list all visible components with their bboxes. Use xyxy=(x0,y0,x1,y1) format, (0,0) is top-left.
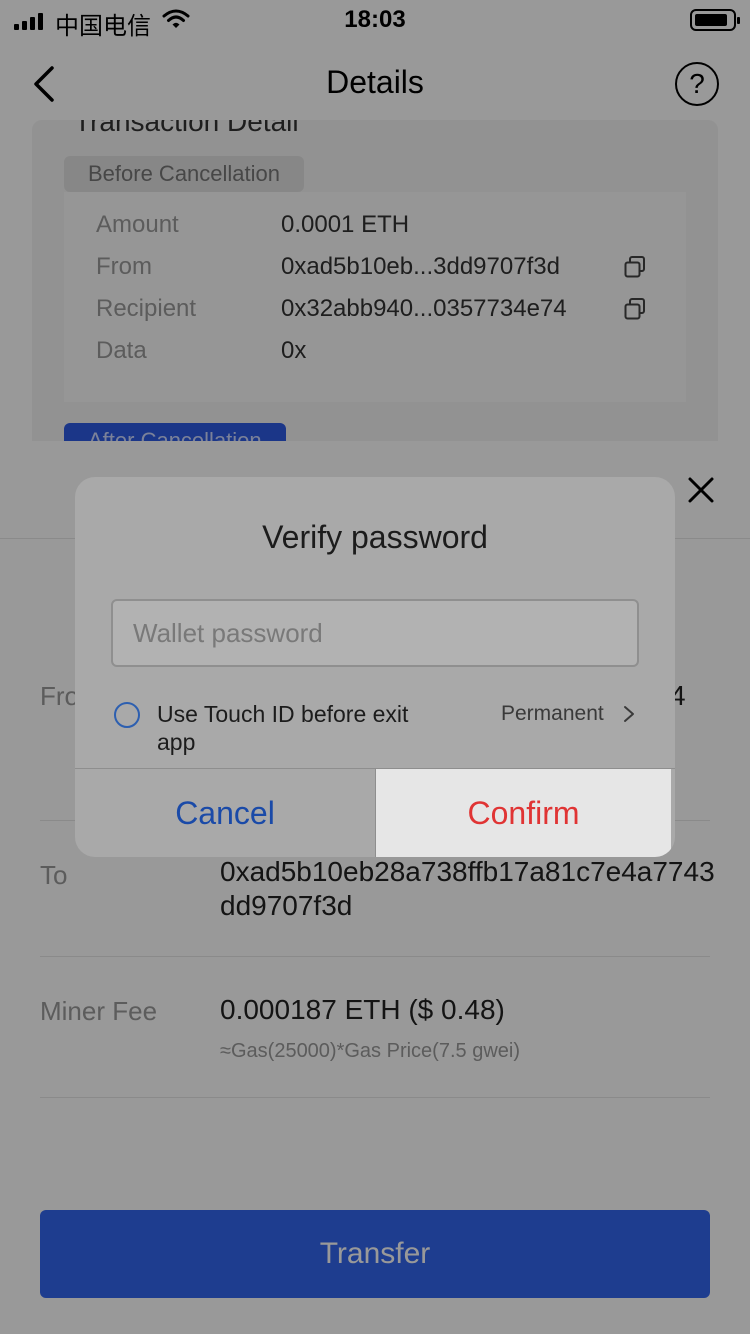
verify-password-dialog: Verify password Use Touch ID before exit… xyxy=(75,477,675,857)
chevron-right-icon[interactable] xyxy=(623,705,635,723)
confirm-button[interactable]: Confirm xyxy=(376,769,671,857)
dialog-title: Verify password xyxy=(262,519,488,555)
touch-id-duration[interactable]: Permanent xyxy=(501,702,604,726)
touch-id-radio[interactable] xyxy=(114,702,140,728)
cancel-button[interactable]: Cancel xyxy=(75,769,375,857)
touch-id-label[interactable]: Use Touch ID before exit app xyxy=(157,700,417,756)
wallet-password-input[interactable] xyxy=(111,599,639,667)
